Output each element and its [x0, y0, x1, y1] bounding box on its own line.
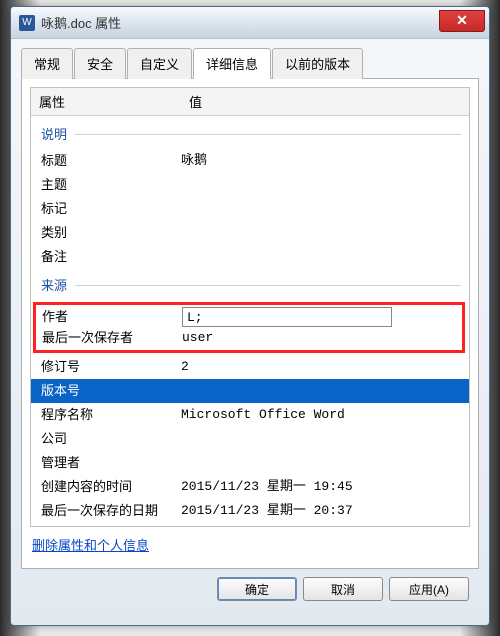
row-savedate[interactable]: 最后一次保存的日期 2015/11/23 星期一 20:37 — [31, 499, 469, 523]
label-lastsaved: 最后一次保存者 — [42, 328, 182, 348]
label-version: 版本号 — [41, 381, 181, 401]
label-company: 公司 — [41, 429, 181, 449]
label-program: 程序名称 — [41, 405, 181, 425]
row-subject[interactable]: 主题 — [31, 173, 469, 197]
apply-button[interactable]: 应用(A) — [389, 577, 469, 601]
ok-button[interactable]: 确定 — [217, 577, 297, 601]
window-title: 咏鹅.doc 属性 — [41, 13, 439, 32]
label-created: 创建内容的时间 — [41, 477, 181, 497]
doc-icon: W — [19, 15, 35, 31]
row-category[interactable]: 类别 — [31, 221, 469, 245]
remove-properties-link[interactable]: 删除属性和个人信息 — [32, 538, 149, 553]
list-header: 属性 值 — [31, 88, 469, 116]
value-program: Microsoft Office Word — [181, 405, 459, 425]
label-title: 标题 — [41, 151, 181, 171]
titlebar: W 咏鹅.doc 属性 ✕ — [11, 7, 489, 39]
row-program[interactable]: 程序名称 Microsoft Office Word — [31, 403, 469, 427]
label-comments: 备注 — [41, 247, 181, 267]
tab-previous[interactable]: 以前的版本 — [272, 48, 363, 79]
label-category: 类别 — [41, 223, 181, 243]
properties-dialog: W 咏鹅.doc 属性 ✕ 常规 安全 自定义 详细信息 以前的版本 属性 值 … — [10, 6, 490, 626]
row-author[interactable]: 作者 — [42, 307, 456, 328]
row-manager[interactable]: 管理者 — [31, 451, 469, 475]
label-subject: 主题 — [41, 175, 181, 195]
author-input[interactable] — [182, 307, 392, 327]
header-value[interactable]: 值 — [181, 88, 469, 115]
row-version[interactable]: 版本号 — [31, 379, 469, 403]
row-tags[interactable]: 标记 — [31, 197, 469, 221]
tab-strip: 常规 安全 自定义 详细信息 以前的版本 — [21, 47, 479, 79]
row-company[interactable]: 公司 — [31, 427, 469, 451]
highlight-box: 作者 最后一次保存者 user — [33, 302, 465, 353]
button-bar: 确定 取消 应用(A) — [21, 569, 479, 601]
tab-security[interactable]: 安全 — [74, 48, 126, 79]
cancel-button[interactable]: 取消 — [303, 577, 383, 601]
value-created: 2015/11/23 星期一 19:45 — [181, 477, 459, 497]
value-title: 咏鹅 — [181, 151, 459, 171]
label-savedate: 最后一次保存的日期 — [41, 501, 181, 521]
property-list: 属性 值 说明 标题 咏鹅 主题 标记 — [30, 87, 470, 527]
row-revision[interactable]: 修订号 2 — [31, 355, 469, 379]
section-description: 说明 — [31, 118, 469, 149]
tab-general[interactable]: 常规 — [21, 48, 73, 79]
row-lastsaved[interactable]: 最后一次保存者 user — [42, 328, 456, 348]
label-revision: 修订号 — [41, 357, 181, 377]
details-panel: 属性 值 说明 标题 咏鹅 主题 标记 — [21, 79, 479, 569]
link-row: 删除属性和个人信息 — [30, 527, 470, 555]
row-comments[interactable]: 备注 — [31, 245, 469, 269]
value-savedate: 2015/11/23 星期一 20:37 — [181, 501, 459, 521]
content-area: 常规 安全 自定义 详细信息 以前的版本 属性 值 说明 标题 咏鹅 — [11, 39, 489, 609]
label-tags: 标记 — [41, 199, 181, 219]
tab-custom[interactable]: 自定义 — [127, 48, 192, 79]
header-property[interactable]: 属性 — [31, 88, 181, 115]
value-lastsaved: user — [182, 328, 456, 348]
label-author: 作者 — [42, 307, 182, 328]
value-revision: 2 — [181, 357, 459, 377]
row-created[interactable]: 创建内容的时间 2015/11/23 星期一 19:45 — [31, 475, 469, 499]
section-origin: 来源 — [31, 269, 469, 300]
close-button[interactable]: ✕ — [439, 10, 485, 32]
tab-details[interactable]: 详细信息 — [193, 48, 271, 79]
label-manager: 管理者 — [41, 453, 181, 473]
row-title[interactable]: 标题 咏鹅 — [31, 149, 469, 173]
